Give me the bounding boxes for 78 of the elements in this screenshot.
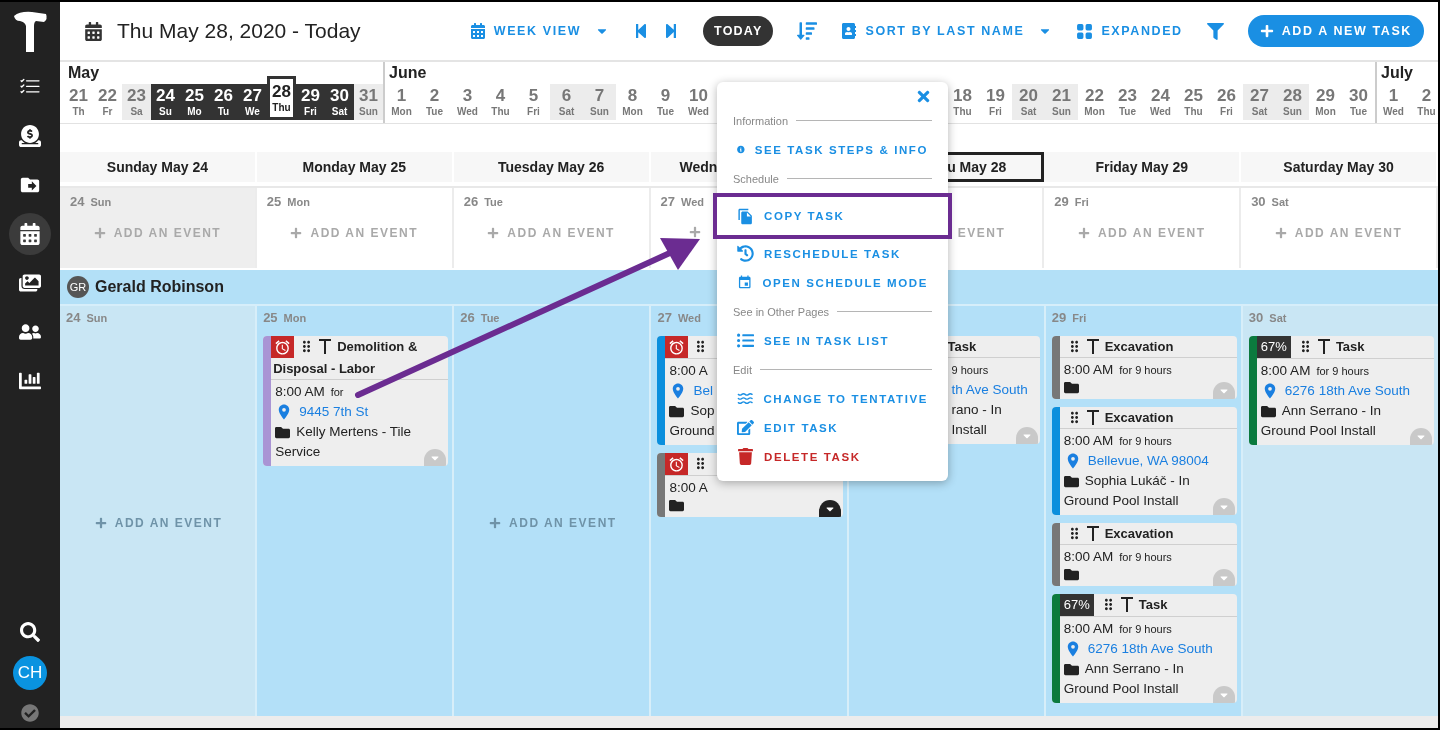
weekday-label: Fri (1074, 196, 1089, 208)
month-label: July (1380, 63, 1413, 82)
day-header-text: Sunday May 24 (106, 159, 208, 175)
duration-text: for 9 hours (1316, 364, 1369, 379)
project-name: Service (275, 443, 321, 461)
start-time: 8:00 AM (1063, 548, 1114, 566)
duration-text: for 9 hours (1119, 363, 1172, 378)
project-name: Ground (669, 422, 715, 440)
start-time: 8:00 AM (275, 383, 325, 401)
person-name: Gerald Robinson (95, 278, 224, 296)
project-name: Sop (690, 402, 715, 420)
menu-section-label: See in Other Pages (733, 305, 829, 318)
duration-text: 9 hours (951, 363, 989, 378)
date-number: 25 (266, 194, 282, 209)
date-number: 29 (1054, 194, 1069, 209)
person-avatar: GR (67, 276, 89, 298)
weekday-label: Tue (484, 196, 503, 208)
month-label: June (388, 63, 427, 82)
weekday-label: Sat (1271, 196, 1289, 208)
project-name: Install (951, 421, 987, 439)
project-name: Ground Pool Install (1260, 422, 1376, 440)
menu-section-label: Edit (733, 363, 752, 376)
project-name: Ann Serrano - In (1281, 402, 1381, 420)
weekday-label: Wed (681, 196, 705, 208)
page-title: Thu May 28, 2020 - Today (117, 19, 361, 43)
date-number: 29 (1051, 310, 1067, 325)
duration-text: for 9 hours (1119, 622, 1172, 637)
date-number: 27 (657, 310, 672, 325)
start-time: 8:00 AM (1063, 361, 1114, 379)
duration-text: for 9 hours (1119, 434, 1172, 449)
task-title: Disposal - Labor (272, 360, 376, 378)
task-title: Demolition & (337, 338, 419, 356)
task-title: Excavation (1104, 338, 1175, 356)
project-name: rano - In (951, 401, 1002, 419)
day-header-text: Monday May 25 (302, 159, 406, 175)
weekday-label: Tue (480, 312, 500, 324)
start-time: 8:00 A (669, 362, 708, 380)
duration-text: for 9 hours (1119, 550, 1172, 565)
day-header-text: Wedn (679, 159, 718, 175)
date-number: 26 (460, 310, 475, 325)
project-name: Sophia Lukáč - In (1084, 472, 1190, 490)
task-title: Task (1335, 338, 1366, 356)
day-header-text: Saturday May 30 (1283, 159, 1394, 175)
day-header-text: Tuesday May 26 (497, 159, 605, 175)
progress-badge: 67% (1059, 594, 1094, 616)
date-number: 24 (66, 310, 81, 325)
progress-badge: 67% (1256, 336, 1291, 358)
weekday-label: Sat (1269, 312, 1287, 324)
start-time: 8:00 AM (1063, 432, 1114, 450)
task-title: Excavation (1104, 409, 1175, 427)
project-name: Ground Pool Install (1063, 492, 1179, 510)
month-label: May (67, 63, 100, 82)
weekday-label: Sun (86, 312, 108, 324)
date-number: 30 (1248, 310, 1264, 325)
date-number: 25 (263, 310, 278, 325)
weekday-label: Fri (1072, 312, 1087, 324)
date-number: 30 (1251, 194, 1266, 209)
project-name: Ground Pool Install (1063, 680, 1179, 698)
day-header-text: Friday May 29 (1095, 159, 1188, 175)
duration-text: for (330, 385, 344, 400)
weekday-label: Mon (287, 196, 310, 208)
start-time: 8:00 AM (1063, 620, 1114, 638)
task-title: Task (1138, 596, 1169, 614)
menu-section-label: Information (733, 114, 789, 127)
menu-section-label: Schedule (733, 172, 779, 185)
date-number: 27 (660, 194, 676, 209)
project-name: Kelly Mertens - Tile (296, 423, 411, 441)
date-number: 26 (463, 194, 479, 209)
date-number: 24 (70, 194, 85, 209)
task-title: Excavation (1104, 525, 1175, 543)
day-header-text: u May 28 (947, 159, 1007, 175)
weekday-label: Mon (283, 312, 307, 324)
start-time: 8:00 AM (1260, 362, 1311, 380)
weekday-label: Wed (677, 312, 701, 324)
project-name: Ann Serrano - In (1084, 660, 1184, 678)
weekday-label: Sun (90, 196, 112, 208)
task-title: Task (947, 338, 978, 356)
start-time: 8:00 A (669, 479, 708, 497)
